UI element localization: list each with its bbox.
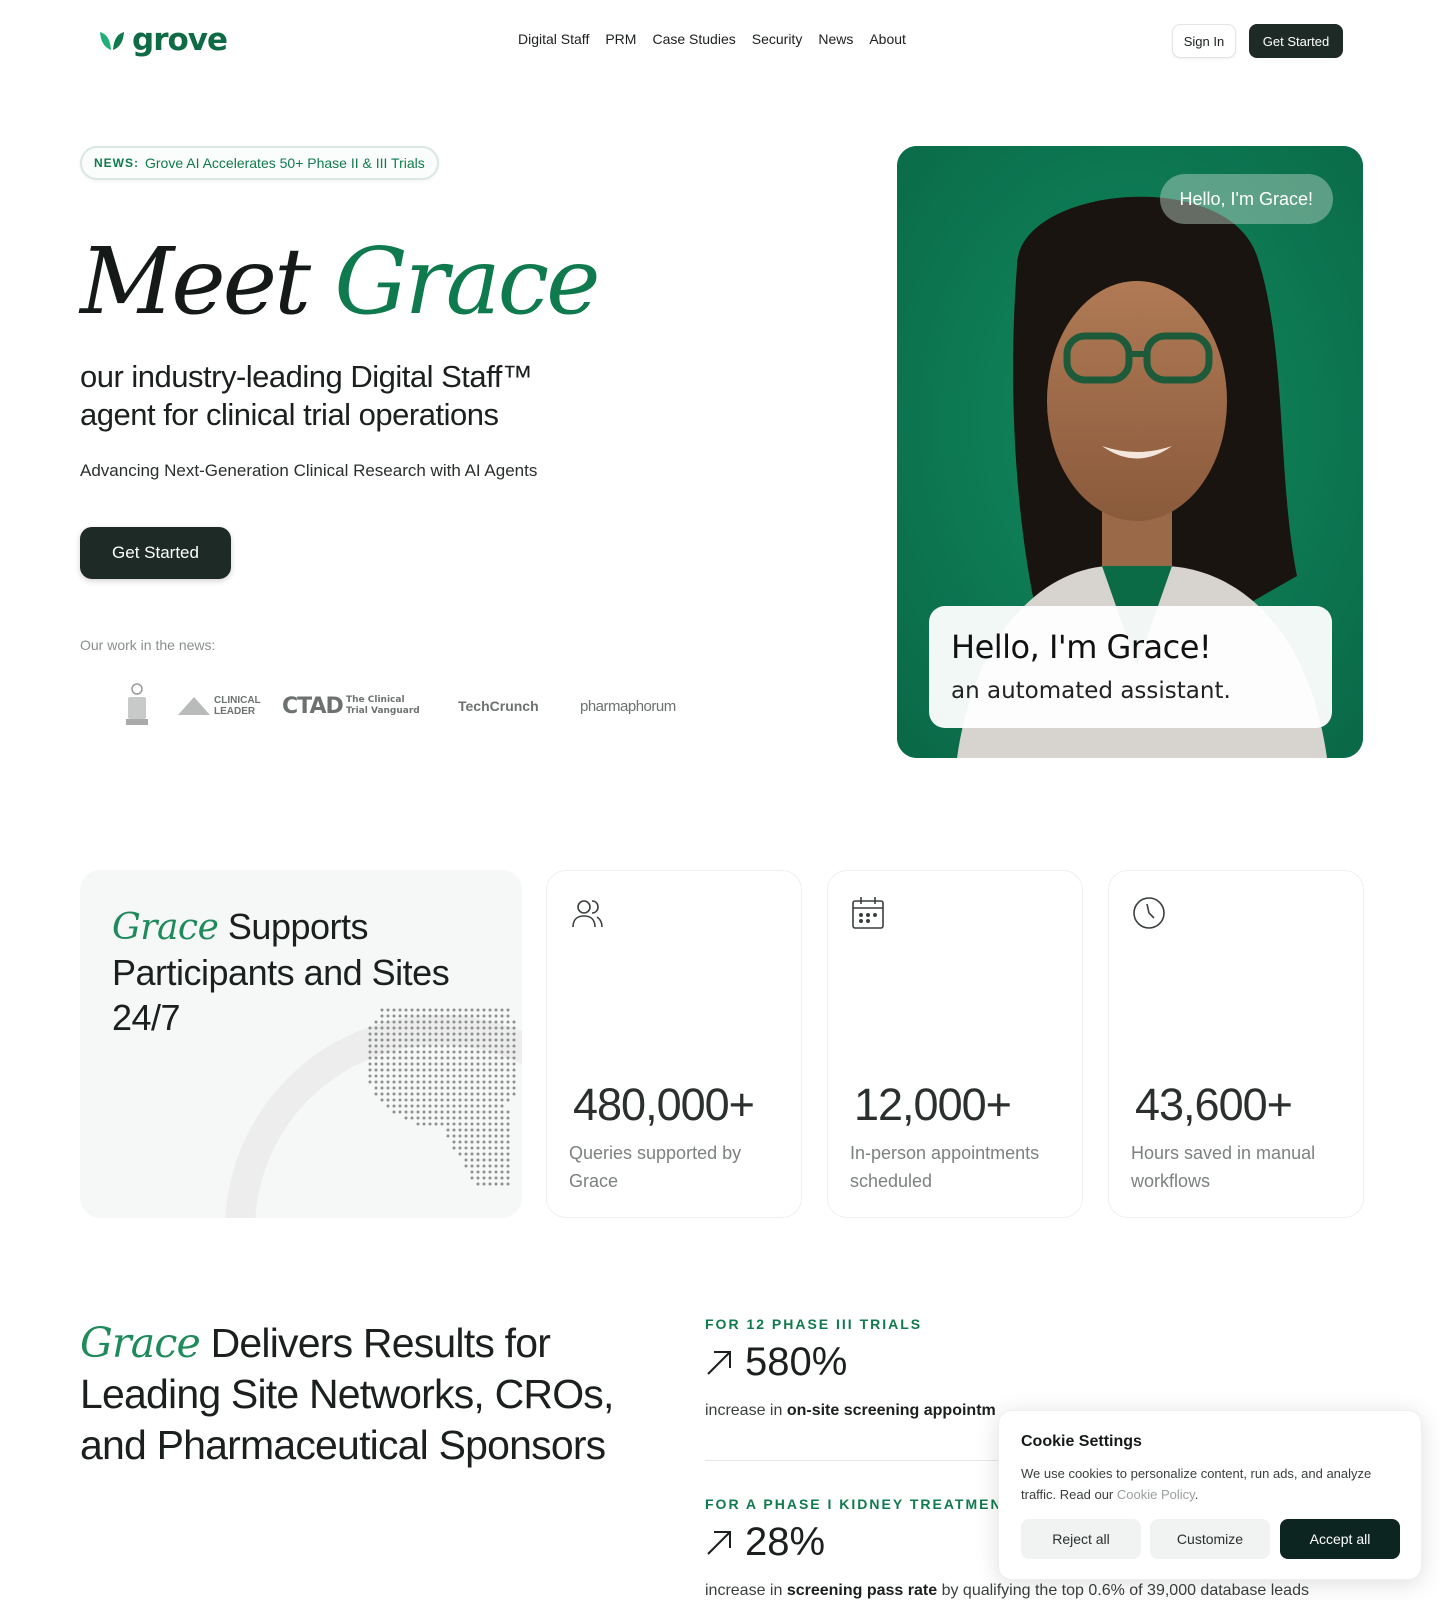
- news-pill[interactable]: NEWS: Grove AI Accelerates 50+ Phase II …: [80, 146, 439, 180]
- clock-icon: [1133, 897, 1165, 929]
- result-description: increase in on-site screening appointm: [705, 1402, 996, 1420]
- nav-link-security[interactable]: Security: [752, 31, 803, 47]
- leaf-logo-icon: [100, 32, 124, 50]
- award-logo[interactable]: [122, 680, 152, 732]
- ctad-logo[interactable]: CTAD: [282, 680, 344, 732]
- trophy-icon: [126, 683, 148, 725]
- stat-label: Hours saved in manual workflows: [1131, 1143, 1316, 1191]
- arrow-up-right-icon: [707, 1530, 731, 1555]
- stat-value: 43,600+: [1135, 1079, 1293, 1130]
- result-desc-bold: screening pass rate: [786, 1582, 938, 1599]
- nav-links: Digital Staff PRM Case Studies Security …: [518, 31, 906, 47]
- hero-subtitle: our industry-leading Digital Staff™ agen…: [80, 359, 533, 432]
- clinical-trial-vanguard-logo[interactable]: The Clinical Trial Vanguard: [346, 680, 420, 732]
- cookie-title: Cookie Settings: [1021, 1433, 1142, 1450]
- result-desc-pre: increase in: [705, 1582, 783, 1599]
- stat-card-queries: 480,000+ Queries supported by Grace: [546, 870, 802, 1218]
- support-card: Grace Supports Participants and Sites 24…: [80, 870, 522, 1218]
- caption-line1: Hello, I'm Grace!: [951, 628, 1212, 666]
- video-caption: Hello, I'm Grace! an automated assistant…: [929, 606, 1332, 728]
- greeting-pill: Hello, I'm Grace!: [1159, 174, 1333, 224]
- result-caption: FOR 12 PHASE III TRIALS: [705, 1316, 923, 1332]
- tcv-line2: Trial Vanguard: [346, 706, 420, 716]
- cookie-policy-link[interactable]: Cookie Policy: [1117, 1487, 1195, 1502]
- result-desc-post: by qualifying the top 0.6% of 39,000 dat…: [941, 1582, 1309, 1599]
- stat-value: 12,000+: [854, 1079, 1012, 1130]
- results-title-grace: Grace: [80, 1319, 201, 1367]
- support-title-grace: Grace: [112, 907, 219, 948]
- hero-get-started-button[interactable]: Get Started: [80, 527, 231, 579]
- calendar-icon: [852, 897, 884, 929]
- result-description: increase in screening pass rate by quali…: [705, 1582, 1309, 1600]
- hero-tagline: Advancing Next-Generation Clinical Resea…: [80, 461, 538, 480]
- clinical-leader-line1: CLINICAL: [214, 695, 261, 706]
- results-title: Grace Delivers Results for Leading Site …: [80, 1318, 640, 1471]
- top-nav: grove Digital Staff PRM Case Studies Sec…: [0, 0, 1440, 82]
- stat-label: In-person appointments scheduled: [850, 1143, 1040, 1191]
- cookie-text: We use cookies to personalize content, r…: [1021, 1466, 1372, 1502]
- clinical-leader-mark-icon: [178, 697, 210, 715]
- cookie-settings-dialog: Cookie Settings We use cookies to person…: [998, 1410, 1422, 1580]
- customize-button[interactable]: Customize: [1150, 1519, 1270, 1559]
- stat-label: Queries supported by Grace: [569, 1143, 742, 1191]
- sign-in-button[interactable]: Sign In: [1172, 24, 1236, 58]
- clinical-leader-line2: LEADER: [214, 706, 256, 717]
- caption-line2: an automated assistant.: [951, 678, 1231, 704]
- result-value: 580%: [745, 1340, 848, 1384]
- nav-link-prm[interactable]: PRM: [605, 31, 636, 47]
- news-tag: NEWS:: [94, 156, 139, 170]
- nav-link-news[interactable]: News: [818, 31, 853, 47]
- result-value-row: 28%: [705, 1520, 825, 1565]
- grace-video-card[interactable]: Hello, I'm Grace! Hello, I'm Grace! an a…: [897, 146, 1363, 758]
- stat-value: 480,000+: [573, 1079, 755, 1130]
- clinical-leader-logo[interactable]: CLINICAL LEADER: [178, 680, 261, 732]
- stat-card-hours: 43,600+ Hours saved in manual workflows: [1108, 870, 1364, 1218]
- techcrunch-logo[interactable]: TechCrunch: [458, 680, 539, 732]
- hero-title-grace: Grace: [334, 228, 600, 335]
- accept-all-button[interactable]: Accept all: [1280, 1519, 1400, 1559]
- reject-all-button[interactable]: Reject all: [1021, 1519, 1141, 1559]
- result-desc-bold: on-site screening appointm: [786, 1402, 996, 1419]
- hero-title-meet: Meet: [80, 228, 311, 335]
- logo-text: grove: [132, 22, 228, 58]
- cookie-text-body: We use cookies to personalize content, r…: [1021, 1466, 1372, 1502]
- grove-logo[interactable]: grove: [98, 22, 228, 58]
- support-title: Grace Supports Participants and Sites 24…: [112, 904, 492, 1040]
- result-value: 28%: [745, 1520, 826, 1564]
- nav-get-started-button[interactable]: Get Started: [1249, 24, 1343, 58]
- pharmaphorum-logo[interactable]: pharmaphorum: [580, 680, 676, 732]
- nav-link-case-studies[interactable]: Case Studies: [652, 31, 735, 47]
- press-logos: CLINICAL LEADER CTAD The Clinical Trial Va…: [122, 680, 692, 732]
- result-caption: FOR A PHASE I KIDNEY TREATMENT: [705, 1496, 1014, 1512]
- news-text: Grove AI Accelerates 50+ Phase II & III …: [145, 155, 425, 171]
- tcv-line1: The Clinical: [346, 695, 405, 705]
- press-label: Our work in the news:: [80, 637, 216, 653]
- result-value-row: 580%: [705, 1340, 847, 1385]
- arrow-up-right-icon: [707, 1350, 731, 1375]
- stat-card-appointments: 12,000+ In-person appointments scheduled: [827, 870, 1083, 1218]
- nav-link-digital-staff[interactable]: Digital Staff: [518, 31, 589, 47]
- nav-link-about[interactable]: About: [869, 31, 906, 47]
- result-desc-pre: increase in: [705, 1402, 783, 1419]
- users-icon: [572, 900, 603, 928]
- hero-title: Meet Grace: [80, 236, 601, 328]
